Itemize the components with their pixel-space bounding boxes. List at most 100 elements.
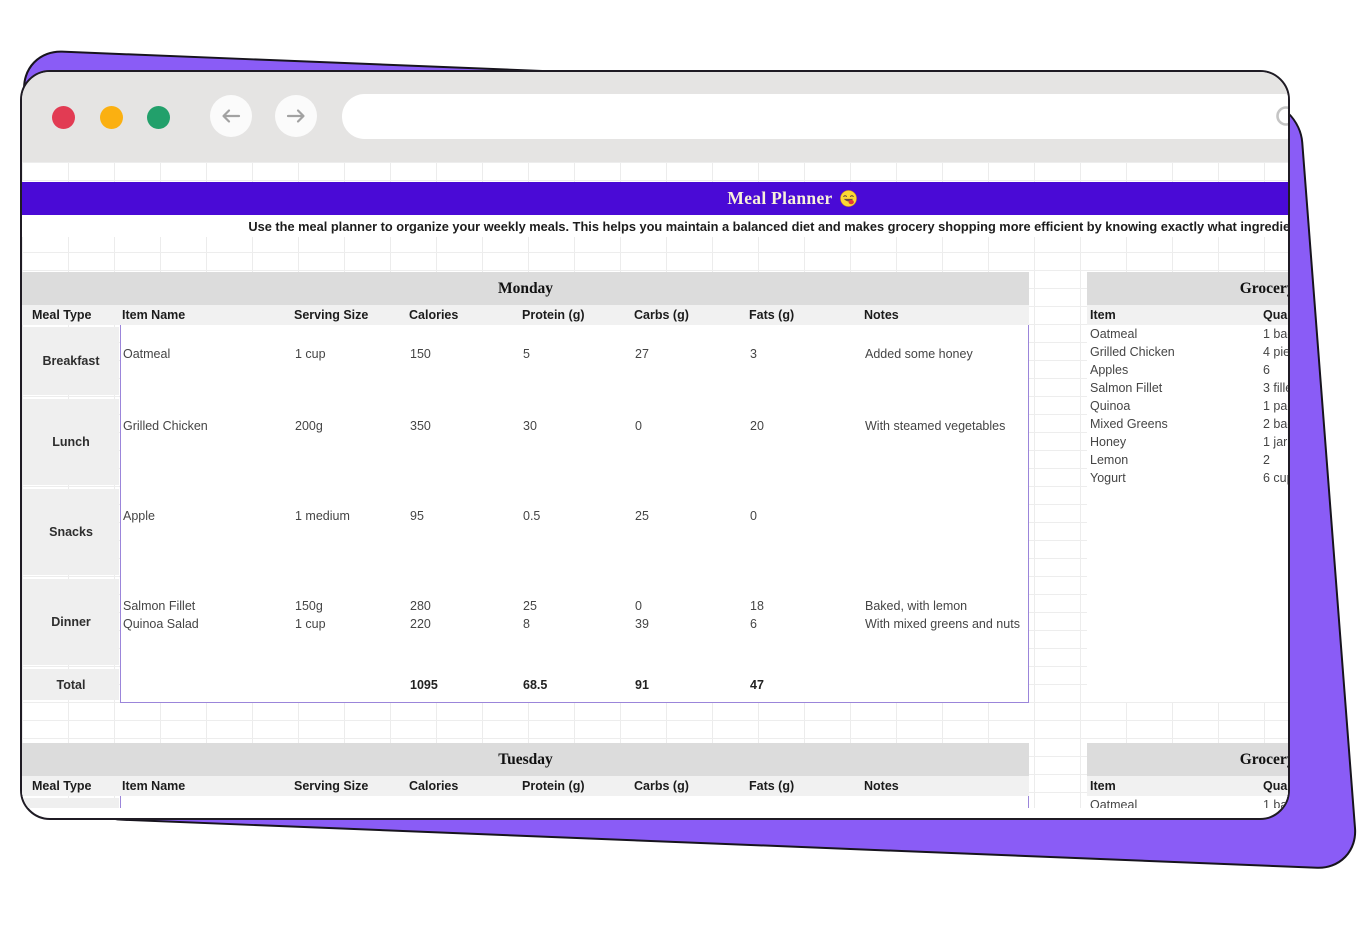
subtitle-row: Use the meal planner to organize your we… bbox=[22, 215, 1288, 237]
spreadsheet: Meal Planner Use the meal planner to org… bbox=[22, 162, 1288, 808]
table-cell[interactable]: 25 bbox=[633, 507, 748, 525]
grocery-list-panel: Grocery ListItemQuantityOatmeal1 bag bbox=[1087, 743, 1288, 808]
zoom-window-button[interactable] bbox=[147, 106, 170, 129]
grocery-item-cell[interactable]: Honey bbox=[1087, 433, 1260, 451]
forward-button[interactable] bbox=[275, 95, 317, 137]
table-row[interactable]: Grilled Chicken 200g 350 30 0 20 With steamed … bbox=[121, 417, 1028, 435]
browser-toolbar bbox=[22, 72, 1288, 162]
arrow-left-icon bbox=[222, 109, 241, 123]
table-cell[interactable]: 5 bbox=[521, 345, 633, 363]
grocery-row[interactable]: Salmon Fillet3 fillets bbox=[1087, 379, 1288, 397]
table-cell[interactable]: With steamed vegetables bbox=[863, 417, 1028, 435]
grocery-item-cell[interactable]: Quinoa bbox=[1087, 397, 1260, 415]
grocery-item-cell[interactable]: Salmon Fillet bbox=[1087, 379, 1260, 397]
table-cell[interactable]: With mixed greens and nuts bbox=[863, 615, 1028, 633]
table-cell[interactable]: Added some honey bbox=[863, 345, 1028, 363]
grocery-row[interactable]: Lemon 2 bbox=[1087, 451, 1288, 469]
grocery-item-cell[interactable]: Mixed Greens bbox=[1087, 415, 1260, 433]
grocery-quantity-cell[interactable]: 1 pack bbox=[1260, 397, 1288, 415]
grocery-item-cell[interactable]: Grilled Chicken bbox=[1087, 343, 1260, 361]
grocery-item-cell[interactable]: Lemon bbox=[1087, 451, 1260, 469]
meal-type-cell[interactable]: Lunch bbox=[23, 399, 119, 485]
meal-type-cell[interactable]: Snacks bbox=[23, 489, 119, 575]
table-cell[interactable]: 39 bbox=[633, 615, 748, 633]
table-cell[interactable]: Quinoa Salad bbox=[121, 615, 293, 633]
table-cell[interactable]: 20 bbox=[748, 417, 863, 435]
table-cell[interactable]: Grilled Chicken bbox=[121, 417, 293, 435]
grocery-item-cell[interactable]: Oatmeal bbox=[1087, 796, 1260, 808]
table-row[interactable]: Apple 1 medium 95 0.5 25 0 bbox=[121, 507, 1028, 525]
grocery-row[interactable]: Quinoa1 pack bbox=[1087, 397, 1288, 415]
grocery-quantity-cell[interactable]: 6 cups bbox=[1260, 469, 1288, 487]
table-cell[interactable]: 350 bbox=[408, 417, 521, 435]
column-header: Serving Size bbox=[294, 779, 369, 793]
table-cell[interactable]: 150g bbox=[293, 597, 408, 615]
grocery-column-header: Item bbox=[1090, 779, 1116, 793]
grocery-title: Grocery List bbox=[1087, 743, 1288, 776]
column-header: Item Name bbox=[122, 308, 186, 322]
table-cell[interactable]: 1 medium bbox=[293, 507, 408, 525]
grocery-row[interactable]: Mixed Greens2 bags bbox=[1087, 415, 1288, 433]
table-cell[interactable]: 18 bbox=[748, 597, 863, 615]
table-cell[interactable]: 150 bbox=[408, 345, 521, 363]
grocery-row[interactable]: Oatmeal1 bag bbox=[1087, 325, 1288, 343]
table-row[interactable]: Oatmeal 1 cup 150 5 27 3 Added some honey bbox=[121, 345, 1028, 363]
grocery-row[interactable]: Honey 1 jar bbox=[1087, 433, 1288, 451]
address-bar[interactable] bbox=[342, 94, 1288, 139]
column-header: Serving Size bbox=[294, 308, 369, 322]
meal-type-column: Breakfast Lunch Snacks Dinner Total bbox=[22, 325, 120, 703]
table-cell[interactable]: 280 bbox=[408, 597, 521, 615]
back-button[interactable] bbox=[210, 95, 252, 137]
table-cell[interactable]: 6 bbox=[748, 615, 863, 633]
meal-group: Oatmeal 1 cup 150 5 27 3 Added some honey bbox=[121, 325, 1028, 397]
grocery-item-cell[interactable]: Yogurt bbox=[1087, 469, 1260, 487]
table-cell[interactable]: Salmon Fillet bbox=[121, 597, 293, 615]
grocery-quantity-cell[interactable]: 1 bag bbox=[1260, 796, 1288, 808]
column-header: Fats (g) bbox=[749, 779, 795, 793]
column-header: Meal Type bbox=[32, 308, 92, 322]
close-window-button[interactable] bbox=[52, 106, 75, 129]
minimize-window-button[interactable] bbox=[100, 106, 123, 129]
table-cell[interactable]: Baked, with lemon bbox=[863, 597, 1028, 615]
grocery-row[interactable]: Yogurt6 cups bbox=[1087, 469, 1288, 487]
table-cell[interactable]: 27 bbox=[633, 345, 748, 363]
meal-type-cell[interactable] bbox=[23, 798, 119, 808]
column-header-row: Meal Type Item Name Serving Size Calories Pr… bbox=[22, 776, 1029, 796]
table-cell[interactable]: 30 bbox=[521, 417, 633, 435]
grocery-quantity-cell[interactable]: 3 fillets bbox=[1260, 379, 1288, 397]
table-cell[interactable]: 1 cup bbox=[293, 615, 408, 633]
grocery-quantity-cell[interactable]: 4 pieces bbox=[1260, 343, 1288, 361]
grocery-item-cell[interactable]: Apples bbox=[1087, 361, 1260, 379]
table-cell[interactable]: 25 bbox=[521, 597, 633, 615]
grocery-row[interactable]: Apples 6 bbox=[1087, 361, 1288, 379]
column-header: Protein (g) bbox=[522, 779, 585, 793]
table-cell[interactable]: 3 bbox=[748, 345, 863, 363]
meal-type-cell[interactable]: Dinner bbox=[23, 579, 119, 665]
table-cell[interactable] bbox=[863, 507, 1028, 525]
table-cell[interactable]: 0.5 bbox=[521, 507, 633, 525]
column-header: Meal Type bbox=[32, 779, 92, 793]
grocery-row[interactable]: Grilled Chicken4 pieces bbox=[1087, 343, 1288, 361]
grocery-item-cell[interactable]: Oatmeal bbox=[1087, 325, 1260, 343]
table-row[interactable]: Salmon Fillet 150g 280 25 0 18 Baked, with lem… bbox=[121, 597, 1028, 615]
table-cell[interactable]: Apple bbox=[121, 507, 293, 525]
table-cell[interactable]: 0 bbox=[633, 597, 748, 615]
table-cell[interactable]: 1 cup bbox=[293, 345, 408, 363]
table-cell[interactable]: 0 bbox=[748, 507, 863, 525]
table-cell[interactable]: 220 bbox=[408, 615, 521, 633]
total-cell: 68.5 bbox=[523, 677, 548, 692]
grocery-quantity-cell[interactable]: 2 bbox=[1260, 451, 1288, 469]
grocery-quantity-cell[interactable]: 1 jar bbox=[1260, 433, 1288, 451]
table-row[interactable]: Quinoa Salad 1 cup 220 8 39 6 With mixed green… bbox=[121, 615, 1028, 633]
table-cell[interactable]: 95 bbox=[408, 507, 521, 525]
table-cell[interactable]: 8 bbox=[521, 615, 633, 633]
meal-group: Grilled Chicken 200g 350 30 0 20 With steamed … bbox=[121, 397, 1028, 487]
grocery-quantity-cell[interactable]: 6 bbox=[1260, 361, 1288, 379]
grocery-quantity-cell[interactable]: 1 bag bbox=[1260, 325, 1288, 343]
table-cell[interactable]: 0 bbox=[633, 417, 748, 435]
meal-type-cell[interactable]: Breakfast bbox=[23, 327, 119, 395]
table-cell[interactable]: Oatmeal bbox=[121, 345, 293, 363]
grocery-row[interactable]: Oatmeal1 bag bbox=[1087, 796, 1288, 808]
grocery-quantity-cell[interactable]: 2 bags bbox=[1260, 415, 1288, 433]
table-cell[interactable]: 200g bbox=[293, 417, 408, 435]
